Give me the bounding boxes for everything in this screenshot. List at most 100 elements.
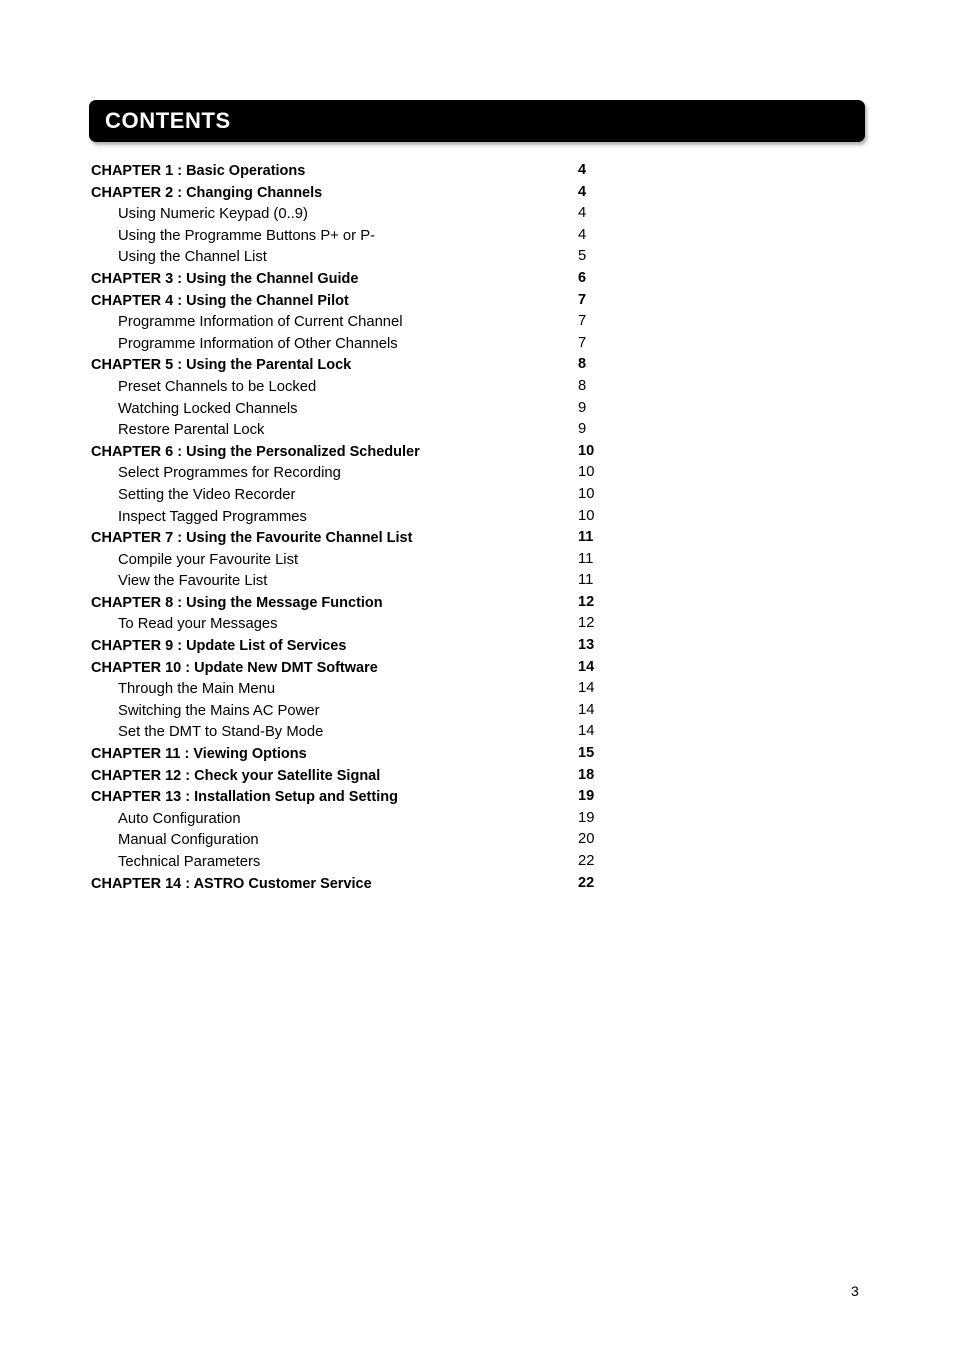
toc-sub-row[interactable]: Auto Configuration 19 bbox=[90, 808, 650, 830]
toc-entry-page: 15 bbox=[578, 745, 595, 762]
toc-entry-label: Watching Locked Channels bbox=[118, 400, 298, 417]
toc-sub-row[interactable]: View the Favourite List 11 bbox=[90, 570, 650, 592]
toc-sub-row[interactable]: Switching the Mains AC Power 14 bbox=[90, 700, 650, 722]
toc-entry-page: 7 bbox=[578, 334, 587, 351]
toc-entry-page: 20 bbox=[578, 831, 595, 848]
toc-entry-page: 22 bbox=[578, 853, 595, 869]
toc-entry-label: CHAPTER 6 : Using the Personalized Sched… bbox=[91, 443, 420, 460]
toc-entry-page: 5 bbox=[578, 248, 587, 265]
toc-sub-row[interactable]: To Read your Messages 12 bbox=[90, 613, 650, 635]
toc-chapter-row[interactable]: CHAPTER 13 : Installation Setup and Sett… bbox=[90, 786, 650, 808]
toc-entry-label: Auto Configuration bbox=[118, 810, 241, 827]
toc-entry-page: 10 bbox=[578, 442, 595, 459]
toc-entry-page: 8 bbox=[578, 377, 587, 394]
toc-entry-label: Programme Information of Current Channel bbox=[118, 314, 403, 331]
page-title: CONTENTS bbox=[105, 108, 231, 133]
toc-entry-label: CHAPTER 4 : Using the Channel Pilot bbox=[91, 292, 349, 309]
toc-sub-row[interactable]: Select Programmes for Recording 10 bbox=[90, 462, 650, 484]
contents-banner: CONTENTS bbox=[89, 100, 865, 142]
toc-entry-label: Manual Configuration bbox=[118, 832, 259, 849]
toc-entry-label: Using the Channel List bbox=[118, 249, 267, 266]
toc-chapter-row[interactable]: CHAPTER 10 : Update New DMT Software 14 bbox=[90, 657, 650, 679]
toc-chapter-row[interactable]: CHAPTER 7 : Using the Favourite Channel … bbox=[90, 527, 650, 549]
toc-entry-label: To Read your Messages bbox=[118, 616, 278, 633]
toc-entry-page: 14 bbox=[578, 680, 595, 697]
toc-entry-label: Technical Parameters bbox=[118, 854, 261, 870]
toc-entry-label: CHAPTER 7 : Using the Favourite Channel … bbox=[91, 530, 413, 547]
toc-chapter-row[interactable]: CHAPTER 6 : Using the Personalized Sched… bbox=[90, 441, 650, 463]
toc-sub-row[interactable]: Using the Programme Buttons P+ or P- 4 bbox=[90, 225, 650, 247]
toc-chapter-row[interactable]: CHAPTER 3 : Using the Channel Guide 6 bbox=[90, 268, 650, 290]
toc-chapter-row[interactable]: CHAPTER 14 : ASTRO Customer Service 22 bbox=[90, 873, 650, 895]
toc-entry-page: 14 bbox=[578, 723, 595, 740]
toc-entry-page: 19 bbox=[578, 788, 595, 805]
toc-entry-page: 14 bbox=[578, 658, 595, 675]
toc-entry-label: Preset Channels to be Locked bbox=[118, 378, 317, 395]
toc-entry-label: Select Programmes for Recording bbox=[118, 465, 341, 482]
toc-entry-page: 6 bbox=[578, 269, 587, 286]
toc-entry-label: Using Numeric Keypad (0..9) bbox=[118, 206, 308, 223]
toc-entry-page: 7 bbox=[578, 291, 587, 308]
toc-sub-row[interactable]: Inspect Tagged Programmes 10 bbox=[90, 506, 650, 528]
toc-chapter-row[interactable]: CHAPTER 2 : Changing Channels 4 bbox=[90, 182, 650, 204]
toc-sub-row[interactable]: Using the Channel List 5 bbox=[90, 246, 650, 268]
toc-sub-row[interactable]: Preset Channels to be Locked 8 bbox=[90, 376, 650, 398]
toc-chapter-row[interactable]: CHAPTER 11 : Viewing Options 15 bbox=[90, 743, 650, 765]
toc-entry-page: 8 bbox=[578, 356, 587, 373]
toc-entry-page: 10 bbox=[578, 485, 595, 502]
toc-entry-label: CHAPTER 13 : Installation Setup and Sett… bbox=[91, 789, 398, 806]
toc-entry-label: CHAPTER 9 : Update List of Services bbox=[91, 638, 347, 655]
toc-chapter-row[interactable]: CHAPTER 1 : Basic Operations 4 bbox=[90, 160, 650, 182]
toc-sub-row[interactable]: Through the Main Menu 14 bbox=[90, 678, 650, 700]
toc-sub-row[interactable]: Programme Information of Other Channels 7 bbox=[90, 333, 650, 355]
toc-entry-label: CHAPTER 2 : Changing Channels bbox=[91, 184, 323, 201]
toc-entry-page: 4 bbox=[578, 183, 587, 200]
toc-chapter-row[interactable]: CHAPTER 9 : Update List of Services 13 bbox=[90, 635, 650, 657]
toc-entry-label: Switching the Mains AC Power bbox=[118, 702, 320, 719]
toc-entry-page: 12 bbox=[578, 615, 595, 632]
toc-entry-label: CHAPTER 12 : Check your Satellite Signal bbox=[91, 767, 381, 784]
toc-entry-label: Restore Parental Lock bbox=[118, 422, 265, 439]
toc-sub-row[interactable]: Programme Information of Current Channel… bbox=[90, 311, 650, 333]
toc-entry-label: CHAPTER 8 : Using the Message Function bbox=[91, 594, 383, 611]
toc-entry-page: 11 bbox=[578, 550, 594, 567]
toc-entry-label: Set the DMT to Stand-By Mode bbox=[118, 724, 324, 741]
toc-sub-row[interactable]: Compile your Favourite List 11 bbox=[90, 549, 650, 571]
toc-chapter-row[interactable]: CHAPTER 5 : Using the Parental Lock 8 bbox=[90, 354, 650, 376]
toc-chapter-row[interactable]: CHAPTER 4 : Using the Channel Pilot 7 bbox=[90, 290, 650, 312]
toc-entry-page: 18 bbox=[578, 766, 595, 783]
toc-sub-row[interactable]: Setting the Video Recorder 10 bbox=[90, 484, 650, 506]
toc-sub-row[interactable]: Using Numeric Keypad (0..9) 4 bbox=[90, 203, 650, 225]
toc-entry-page: 13 bbox=[578, 637, 595, 654]
document-page: CONTENTS CHAPTER 1 : Basic Operations 4 CH… bbox=[0, 0, 954, 1351]
toc-entry-page: 4 bbox=[578, 205, 587, 222]
toc-entry-page: 4 bbox=[578, 226, 587, 243]
toc-entry-page: 9 bbox=[578, 421, 587, 438]
toc-entry-label: Using the Programme Buttons P+ or P- bbox=[118, 227, 376, 244]
toc-entry-label: CHAPTER 1 : Basic Operations bbox=[91, 163, 306, 179]
toc-entry-label: View the Favourite List bbox=[118, 573, 268, 590]
table-of-contents: CHAPTER 1 : Basic Operations 4 CHAPTER 2 :… bbox=[90, 160, 650, 894]
toc-sub-row[interactable]: Technical Parameters 22 bbox=[90, 851, 650, 873]
toc-sub-row[interactable]: Watching Locked Channels 9 bbox=[90, 398, 650, 420]
toc-entry-label: Inspect Tagged Programmes bbox=[118, 508, 307, 525]
toc-entry-page: 19 bbox=[578, 809, 595, 826]
toc-entry-page: 14 bbox=[578, 701, 595, 718]
toc-sub-row[interactable]: Restore Parental Lock 9 bbox=[90, 419, 650, 441]
toc-entry-label: Programme Information of Other Channels bbox=[118, 335, 398, 352]
toc-entry-page: 11 bbox=[578, 529, 594, 546]
toc-entry-label: CHAPTER 3 : Using the Channel Guide bbox=[91, 270, 359, 287]
toc-sub-row[interactable]: Manual Configuration 20 bbox=[90, 829, 650, 851]
toc-entry-label: CHAPTER 14 : ASTRO Customer Service bbox=[91, 875, 372, 892]
toc-entry-label: CHAPTER 5 : Using the Parental Lock bbox=[91, 357, 352, 374]
toc-entry-page: 4 bbox=[578, 162, 587, 178]
toc-entry-label: CHAPTER 10 : Update New DMT Software bbox=[91, 659, 378, 676]
toc-entry-label: Setting the Video Recorder bbox=[118, 486, 296, 503]
toc-chapter-row[interactable]: CHAPTER 12 : Check your Satellite Signal… bbox=[90, 765, 650, 787]
toc-entry-page: 22 bbox=[578, 874, 595, 891]
toc-chapter-row[interactable]: CHAPTER 8 : Using the Message Function 12 bbox=[90, 592, 650, 614]
toc-entry-label: Through the Main Menu bbox=[118, 681, 276, 698]
toc-entry-label: Compile your Favourite List bbox=[118, 551, 299, 568]
toc-entry-page: 10 bbox=[578, 507, 595, 524]
toc-sub-row[interactable]: Set the DMT to Stand-By Mode 14 bbox=[90, 721, 650, 743]
